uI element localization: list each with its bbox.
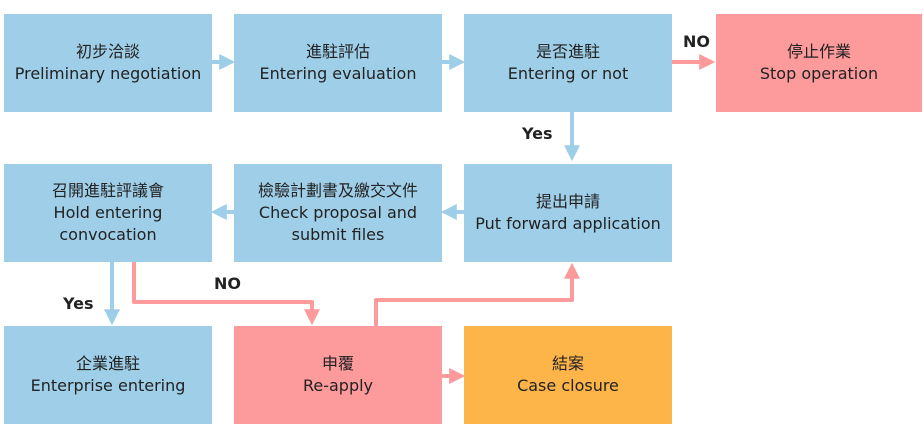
node-enterprise-entering: 企業進駐 Enterprise entering xyxy=(4,326,212,424)
node-label-en: Entering or not xyxy=(507,64,629,83)
edge-label-no-stop: NO xyxy=(683,32,710,51)
node-label-zh: 初步洽談 xyxy=(75,42,140,61)
node-label-en: Check proposal and submit files xyxy=(258,203,418,244)
edge-label-no-reapply: NO xyxy=(214,274,241,293)
node-label-zh: 檢驗計劃書及繳交文件 xyxy=(257,181,418,200)
node-label-en: Hold entering convocation xyxy=(53,203,163,244)
node-label-en: Stop operation xyxy=(759,64,879,83)
node-case-closure: 結案 Case closure xyxy=(464,326,672,424)
node-label-zh: 進駐評估 xyxy=(305,42,370,61)
node-preliminary-negotiation: 初步洽談 Preliminary negotiation xyxy=(4,14,212,112)
node-label-zh: 是否進駐 xyxy=(535,42,600,61)
node-entering-or-not: 是否進駐 Entering or not xyxy=(464,14,672,112)
node-label-zh: 企業進駐 xyxy=(75,354,140,373)
node-label-zh: 結案 xyxy=(551,354,584,373)
node-stop-operation: 停止作業 Stop operation xyxy=(716,14,922,112)
node-put-forward-application: 提出申請 Put forward application xyxy=(464,164,672,262)
node-label-en: Preliminary negotiation xyxy=(14,64,202,83)
node-label-zh: 停止作業 xyxy=(786,42,851,61)
node-re-apply: 申覆 Re-apply xyxy=(234,326,442,424)
node-label-zh: 召開進駐評議會 xyxy=(51,181,164,200)
node-label-zh: 申覆 xyxy=(321,354,354,373)
node-label-en: Enterprise entering xyxy=(30,376,186,395)
node-label-en: Put forward application xyxy=(475,214,661,233)
node-label-en: Case closure xyxy=(517,376,619,395)
node-label-en: Re-apply xyxy=(302,376,374,395)
edge-label-yes-apply: Yes xyxy=(522,124,553,143)
node-entering-evaluation: 進駐評估 Entering evaluation xyxy=(234,14,442,112)
edge-label-yes-enter: Yes xyxy=(63,294,94,313)
flowchart: 初步洽談 Preliminary negotiation 進駐評估 Enteri… xyxy=(0,0,924,430)
node-hold-entering-convocation: 召開進駐評議會 Hold entering convocation xyxy=(4,164,212,262)
node-check-proposal: 檢驗計劃書及繳交文件 Check proposal and submit fil… xyxy=(234,164,442,262)
node-label-en: Entering evaluation xyxy=(259,64,417,83)
arrow-n9-n5 xyxy=(374,262,580,326)
node-label-zh: 提出申請 xyxy=(535,192,600,211)
